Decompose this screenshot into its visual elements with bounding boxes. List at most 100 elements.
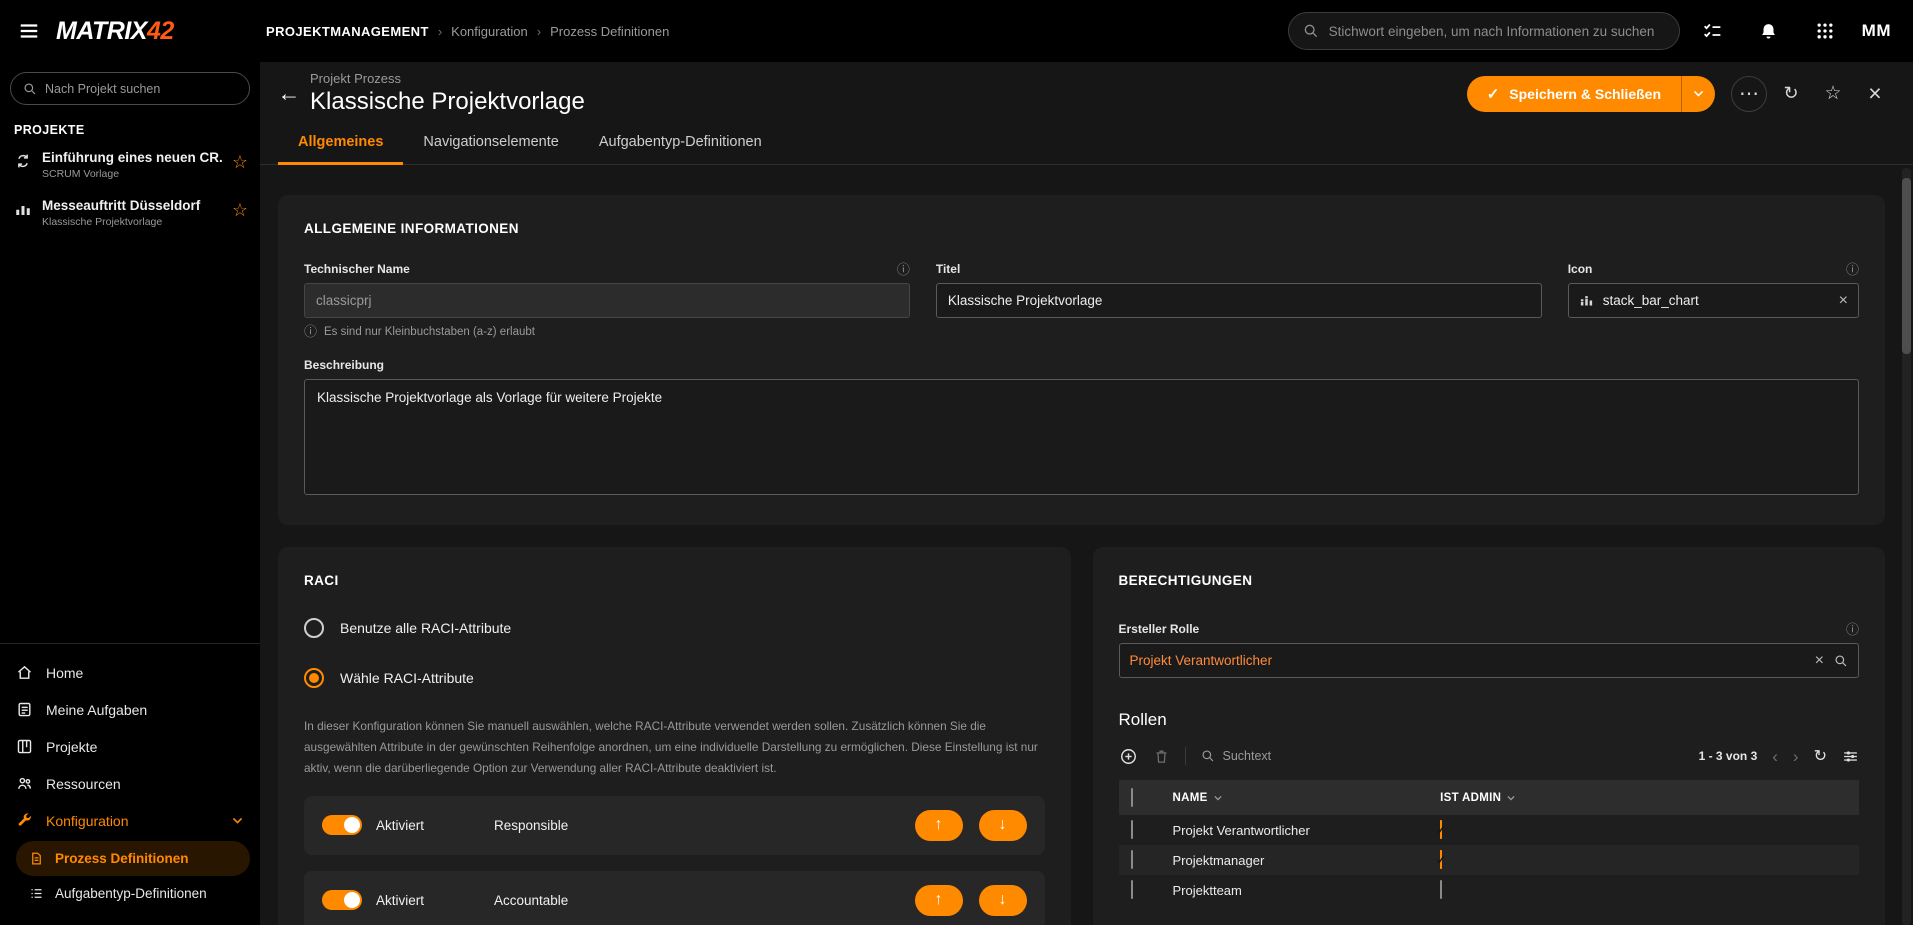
creator-role-field: Ersteller Rolle ⓘ × [1119, 622, 1860, 678]
header-actions: MM [1288, 8, 1913, 54]
attribute-name: Responsible [494, 818, 915, 833]
toggle-switch[interactable] [322, 815, 362, 835]
is-admin-checkbox[interactable] [1440, 820, 1442, 839]
favorite-star-icon[interactable]: ☆ [232, 153, 248, 171]
project-subtitle: SCRUM Vorlage [42, 168, 222, 180]
apps-grid-icon[interactable] [1802, 8, 1848, 54]
move-up-button[interactable]: ↑ [915, 810, 963, 841]
back-arrow-button[interactable]: ← [268, 73, 310, 115]
role-name: Projektteam [1173, 883, 1441, 898]
notifications-bell-icon[interactable] [1746, 8, 1792, 54]
more-options-button[interactable]: ⋯ [1731, 76, 1767, 112]
breadcrumb-item-konfiguration[interactable]: Konfiguration [451, 24, 528, 39]
save-dropdown-button[interactable] [1681, 76, 1715, 112]
info-icon[interactable]: ⓘ [1846, 623, 1859, 636]
global-search[interactable] [1288, 12, 1680, 50]
creator-role-input[interactable]: × [1119, 643, 1860, 678]
technical-name-input[interactable] [304, 283, 910, 318]
roles-search[interactable] [1201, 749, 1684, 763]
description-textarea[interactable]: Klassische Projektvorlage als Vorlage fü… [304, 379, 1859, 495]
global-search-input[interactable] [1329, 24, 1665, 39]
move-up-button[interactable]: ↑ [915, 885, 963, 916]
sidebar-project-item[interactable]: Einführung eines neuen CR... SCRUM Vorla… [0, 141, 260, 189]
refresh-button[interactable]: ↻ [1773, 76, 1809, 112]
tab-navigationselemente[interactable]: Navigationselemente [403, 121, 578, 164]
table-row[interactable]: Projektteam [1119, 875, 1860, 905]
radio-option-select-raci[interactable]: Wähle RACI-Attribute [304, 668, 474, 688]
table-row[interactable]: Projektmanager [1119, 845, 1860, 875]
tab-aufgabentyp-definitionen[interactable]: Aufgabentyp-Definitionen [579, 121, 782, 164]
sidebar-item-projekte[interactable]: Projekte [0, 728, 260, 765]
description-field: Beschreibung Klassische Projektvorlage a… [304, 358, 1859, 495]
project-search[interactable] [10, 72, 250, 105]
nav-label: Meine Aufgaben [46, 702, 147, 718]
nav-label: Konfiguration [46, 813, 129, 829]
lookup-search-icon[interactable] [1834, 654, 1848, 668]
move-down-button[interactable]: ↓ [979, 885, 1027, 916]
search-icon [23, 82, 37, 96]
column-header-name[interactable]: NAME [1173, 792, 1441, 804]
sidebar-item-ressourcen[interactable]: Ressourcen [0, 765, 260, 802]
info-icon[interactable]: ⓘ [1846, 263, 1859, 276]
next-page-icon[interactable]: › [1793, 748, 1799, 765]
tab-allgemeines[interactable]: Allgemeines [278, 121, 403, 164]
hamburger-menu-icon[interactable] [18, 20, 40, 42]
toggle-label: Aktiviert [376, 893, 494, 908]
roles-search-input[interactable] [1223, 749, 1363, 763]
content-area: ALLGEMEINE INFORMATIONEN Technischer Nam… [260, 165, 1913, 925]
previous-page-icon[interactable]: ‹ [1772, 748, 1778, 765]
field-label: Icon [1568, 262, 1593, 276]
sidebar-item-meine-aufgaben[interactable]: Meine Aufgaben [0, 691, 260, 728]
is-admin-checkbox[interactable] [1440, 880, 1442, 899]
attribute-name: Accountable [494, 893, 915, 908]
tasks-checklist-icon[interactable] [1690, 8, 1736, 54]
project-search-input[interactable] [45, 82, 237, 96]
favorite-star-icon[interactable]: ☆ [232, 201, 248, 219]
filter-settings-icon[interactable] [1842, 748, 1859, 765]
select-all-checkbox[interactable] [1131, 788, 1133, 807]
toggle-switch[interactable] [322, 890, 362, 910]
creator-role-value[interactable] [1130, 653, 1805, 668]
icon-picker-input[interactable]: stack_bar_chart × [1568, 283, 1859, 318]
nav-label: Ressourcen [46, 776, 121, 792]
sidebar-item-aufgabentyp-definitionen[interactable]: Aufgabentyp-Definitionen [16, 876, 250, 911]
user-avatar[interactable]: MM [1858, 21, 1895, 41]
clear-icon[interactable]: × [1839, 293, 1848, 309]
sidebar-item-home[interactable]: Home [0, 654, 260, 691]
close-button[interactable]: × [1857, 76, 1893, 112]
toolbar-divider [1185, 747, 1186, 765]
vertical-scrollbar[interactable] [1902, 168, 1911, 925]
breadcrumb-item-prozess-definitionen[interactable]: Prozess Definitionen [550, 24, 669, 39]
move-down-button[interactable]: ↓ [979, 810, 1027, 841]
breadcrumb-root[interactable]: PROJEKTMANAGEMENT [266, 24, 429, 39]
clear-icon[interactable]: × [1815, 653, 1824, 669]
is-admin-checkbox[interactable] [1440, 850, 1442, 869]
row-select-checkbox[interactable] [1131, 850, 1133, 869]
table-row[interactable]: Projekt Verantwortlicher [1119, 815, 1860, 845]
project-subtitle: Klassische Projektvorlage [42, 216, 222, 228]
sidebar-item-konfiguration[interactable]: Konfiguration [0, 802, 260, 839]
refresh-list-button[interactable]: ↻ [1814, 746, 1827, 766]
column-header-ist-admin[interactable]: IST ADMIN [1440, 792, 1847, 804]
row-select-checkbox[interactable] [1131, 880, 1133, 899]
list-icon [29, 886, 44, 901]
kanban-board-icon [16, 738, 33, 755]
bar-chart-icon [14, 200, 32, 218]
info-icon[interactable]: ⓘ [897, 263, 910, 276]
table-header: NAME IST ADMIN [1119, 780, 1860, 815]
title-input[interactable] [936, 283, 1542, 318]
scrollbar-thumb[interactable] [1902, 178, 1911, 354]
sidebar-spacer [0, 237, 260, 643]
sidebar-project-item[interactable]: Messeauftritt Düsseldorf Klassische Proj… [0, 189, 260, 237]
save-close-button[interactable]: ✓ Speichern & Schließen [1467, 76, 1681, 112]
app-logo[interactable]: MATRIX42 [56, 17, 174, 46]
delete-role-button[interactable] [1153, 748, 1170, 765]
row-select-checkbox[interactable] [1131, 820, 1133, 839]
breadcrumb-separator: › [438, 24, 442, 39]
sidebar-item-prozess-definitionen[interactable]: Prozess Definitionen [16, 841, 250, 876]
radio-option-all-raci[interactable]: Benutze alle RACI-Attribute [304, 618, 511, 638]
favorite-button[interactable]: ☆ [1815, 76, 1851, 112]
add-role-button[interactable] [1119, 747, 1138, 766]
radio-icon-selected[interactable] [304, 668, 324, 688]
radio-icon[interactable] [304, 618, 324, 638]
